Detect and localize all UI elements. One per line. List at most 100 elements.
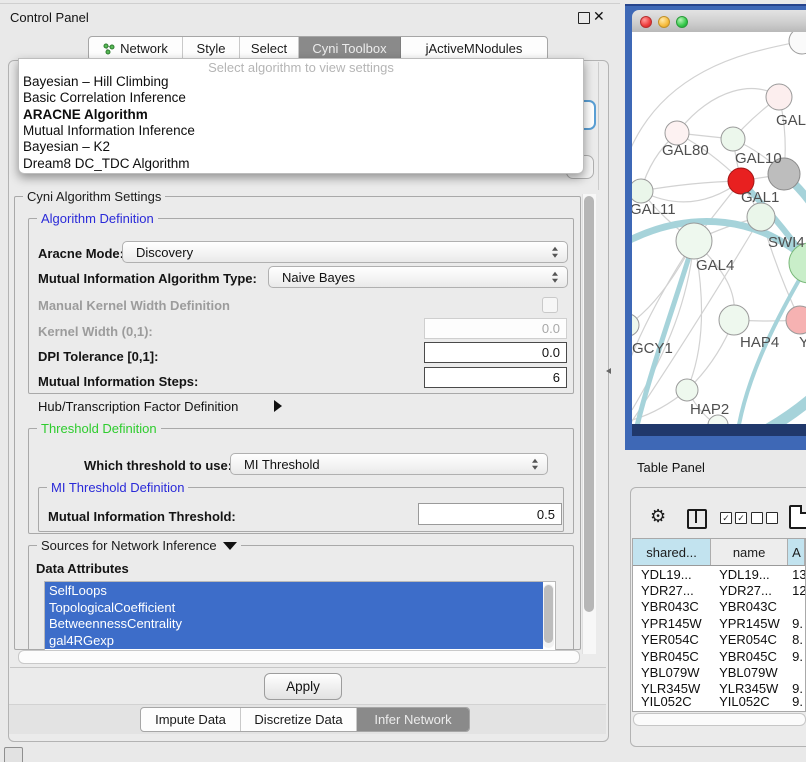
tab-label: Style: [197, 41, 226, 56]
list-item[interactable]: BetweennessCentrality: [45, 616, 543, 633]
cell-name: YIL052C: [711, 697, 788, 706]
apply-label: Apply: [286, 679, 320, 694]
aracne-mode-label: Aracne Mode:: [38, 246, 124, 261]
aracne-mode-select[interactable]: Discovery: [122, 241, 568, 263]
kernel-width-field[interactable]: 0.0: [424, 318, 567, 339]
list-item[interactable]: TopologicalCoefficient: [45, 599, 543, 616]
table-row[interactable]: YBR045C YBR045C 9.: [633, 648, 805, 664]
cell-value: 9.: [788, 615, 805, 631]
cell-name: YBL079W: [711, 664, 788, 680]
float-window-icon[interactable]: [578, 12, 590, 24]
mi-type-label: Mutual Information Algorithm Type:: [38, 271, 257, 286]
tab-cyni-toolbox[interactable]: Cyni Toolbox: [299, 37, 401, 60]
gear-icon[interactable]: ⚙: [650, 506, 666, 527]
network-window: GAL7 GAL80 GAL10 GAL1 GAL11 SWI4 GAL4 GC…: [632, 10, 806, 424]
deselect-all-columns-icon[interactable]: [751, 512, 778, 524]
node-pink-right[interactable]: [786, 306, 806, 334]
node-label-gal11: GAL11: [632, 201, 676, 218]
node-hap4[interactable]: [719, 305, 749, 335]
zoom-traffic-light[interactable]: [676, 16, 688, 28]
corner-panel-icon[interactable]: [4, 747, 23, 762]
network-edge-teal[interactable]: [667, 398, 806, 424]
cell-value: 8.: [788, 632, 805, 648]
column-header-shared-name[interactable]: shared...: [633, 539, 711, 565]
minimize-traffic-light[interactable]: [658, 16, 670, 28]
table-row[interactable]: YDR27... YDR27... 12: [633, 582, 805, 598]
cell-shared: YIL052C: [633, 697, 711, 706]
node-hap2[interactable]: [676, 379, 698, 401]
tab-label: Impute Data: [155, 712, 226, 727]
menu-item-aracne[interactable]: ARACNE Algorithm: [23, 107, 563, 123]
field-value: 6: [553, 370, 560, 385]
tab-jactivemnodules[interactable]: jActiveMNodules: [401, 37, 547, 60]
table-row[interactable]: YDL19... YDL19... 13: [633, 566, 805, 582]
selected-value: Naive Bayes: [282, 270, 355, 285]
table-body: YDL19... YDL19... 13 YDR27... YDR27... 1…: [633, 566, 805, 706]
import-table-icon[interactable]: [789, 505, 806, 529]
column-header-partial[interactable]: A: [788, 539, 805, 565]
splitter-collapse-icon[interactable]: [606, 368, 611, 374]
node-label-y: Y: [799, 334, 806, 351]
column-header-name[interactable]: name: [711, 539, 788, 565]
mi-threshold-label: Mutual Information Threshold:: [48, 509, 236, 524]
network-edge[interactable]: [641, 181, 741, 191]
node-gal4[interactable]: [676, 223, 712, 259]
collapsed-arrow-icon[interactable]: [274, 400, 282, 412]
table-row[interactable]: YER054C YER054C 8.: [633, 632, 805, 648]
node-green-mid[interactable]: [747, 203, 775, 231]
tab-style[interactable]: Style: [183, 37, 240, 60]
algorithm-dropdown-popup: Select algorithm to view settings Bayesi…: [18, 58, 584, 174]
tab-select[interactable]: Select: [240, 37, 299, 60]
tab-label: Select: [251, 41, 287, 56]
tab-infer-network[interactable]: Infer Network: [357, 708, 469, 731]
stepper-icon: [552, 247, 558, 258]
mi-steps-field[interactable]: 6: [424, 367, 567, 388]
checked-box-icon: ✓: [720, 512, 732, 524]
mi-threshold-field[interactable]: 0.5: [418, 503, 562, 525]
table-row[interactable]: YBR043C YBR043C: [633, 599, 805, 615]
table-row[interactable]: YPR145W YPR145W 9.: [633, 615, 805, 631]
node-gal10[interactable]: [721, 127, 745, 151]
menu-item-bayesian-k2[interactable]: Bayesian – K2: [23, 139, 563, 155]
cell-shared: YDR27...: [633, 582, 711, 598]
apply-button[interactable]: Apply: [264, 673, 342, 700]
table-hscroll-thumb[interactable]: [633, 713, 806, 726]
menu-item-basic-correlation[interactable]: Basic Correlation Inference: [23, 90, 563, 106]
list-item[interactable]: SelfLoops: [45, 582, 543, 599]
which-threshold-label: Which threshold to use:: [84, 458, 232, 473]
node-gal11[interactable]: [632, 179, 653, 203]
tab-network[interactable]: Network: [89, 37, 183, 60]
select-all-columns-icon[interactable]: ✓ ✓: [720, 512, 747, 524]
settings-vscroll-thumb[interactable]: [584, 196, 594, 612]
list-scrollbar[interactable]: [543, 584, 554, 648]
show-columns-icon[interactable]: [687, 509, 707, 529]
table-row[interactable]: YBL079W YBL079W: [633, 664, 805, 680]
bottom-tabbar: Impute Data Discretize Data Infer Networ…: [140, 707, 470, 732]
mi-type-select[interactable]: Naive Bayes: [268, 266, 568, 288]
menu-item-bayesian-hill-climbing[interactable]: Bayesian – Hill Climbing: [23, 74, 563, 90]
cell-value: 9.: [788, 681, 805, 697]
expanded-arrow-icon[interactable]: [223, 542, 237, 550]
tab-impute-data[interactable]: Impute Data: [141, 708, 241, 731]
node-gal7[interactable]: [766, 84, 792, 110]
network-edge[interactable]: [677, 89, 779, 133]
menu-item-mutual-information[interactable]: Mutual Information Inference: [23, 123, 563, 139]
which-threshold-select[interactable]: MI Threshold: [230, 453, 548, 475]
list-item[interactable]: gal4RGexp: [45, 632, 543, 649]
dpi-tolerance-field[interactable]: 0.0: [424, 342, 567, 363]
network-canvas[interactable]: GAL7 GAL80 GAL10 GAL1 GAL11 SWI4 GAL4 GC…: [632, 32, 806, 424]
close-traffic-light[interactable]: [640, 16, 652, 28]
settings-hscroll-thumb[interactable]: [18, 650, 580, 664]
menu-item-dream8[interactable]: Dream8 DC_TDC Algorithm: [23, 156, 563, 172]
node-partial-top[interactable]: [789, 32, 806, 54]
cell-name: YLR345W: [711, 681, 788, 697]
network-window-titlebar[interactable]: [632, 10, 806, 33]
table-row[interactable]: YIL052C YIL052C 9.: [633, 697, 805, 706]
tab-discretize-data[interactable]: Discretize Data: [241, 708, 357, 731]
manual-kernel-checkbox[interactable]: [542, 297, 558, 313]
cell-shared: YER054C: [633, 632, 711, 648]
field-value: 0.5: [537, 507, 555, 522]
table-row[interactable]: YLR345W YLR345W 9.: [633, 681, 805, 697]
cell-shared: YDL19...: [633, 566, 711, 582]
close-icon[interactable]: ✕: [593, 8, 605, 25]
